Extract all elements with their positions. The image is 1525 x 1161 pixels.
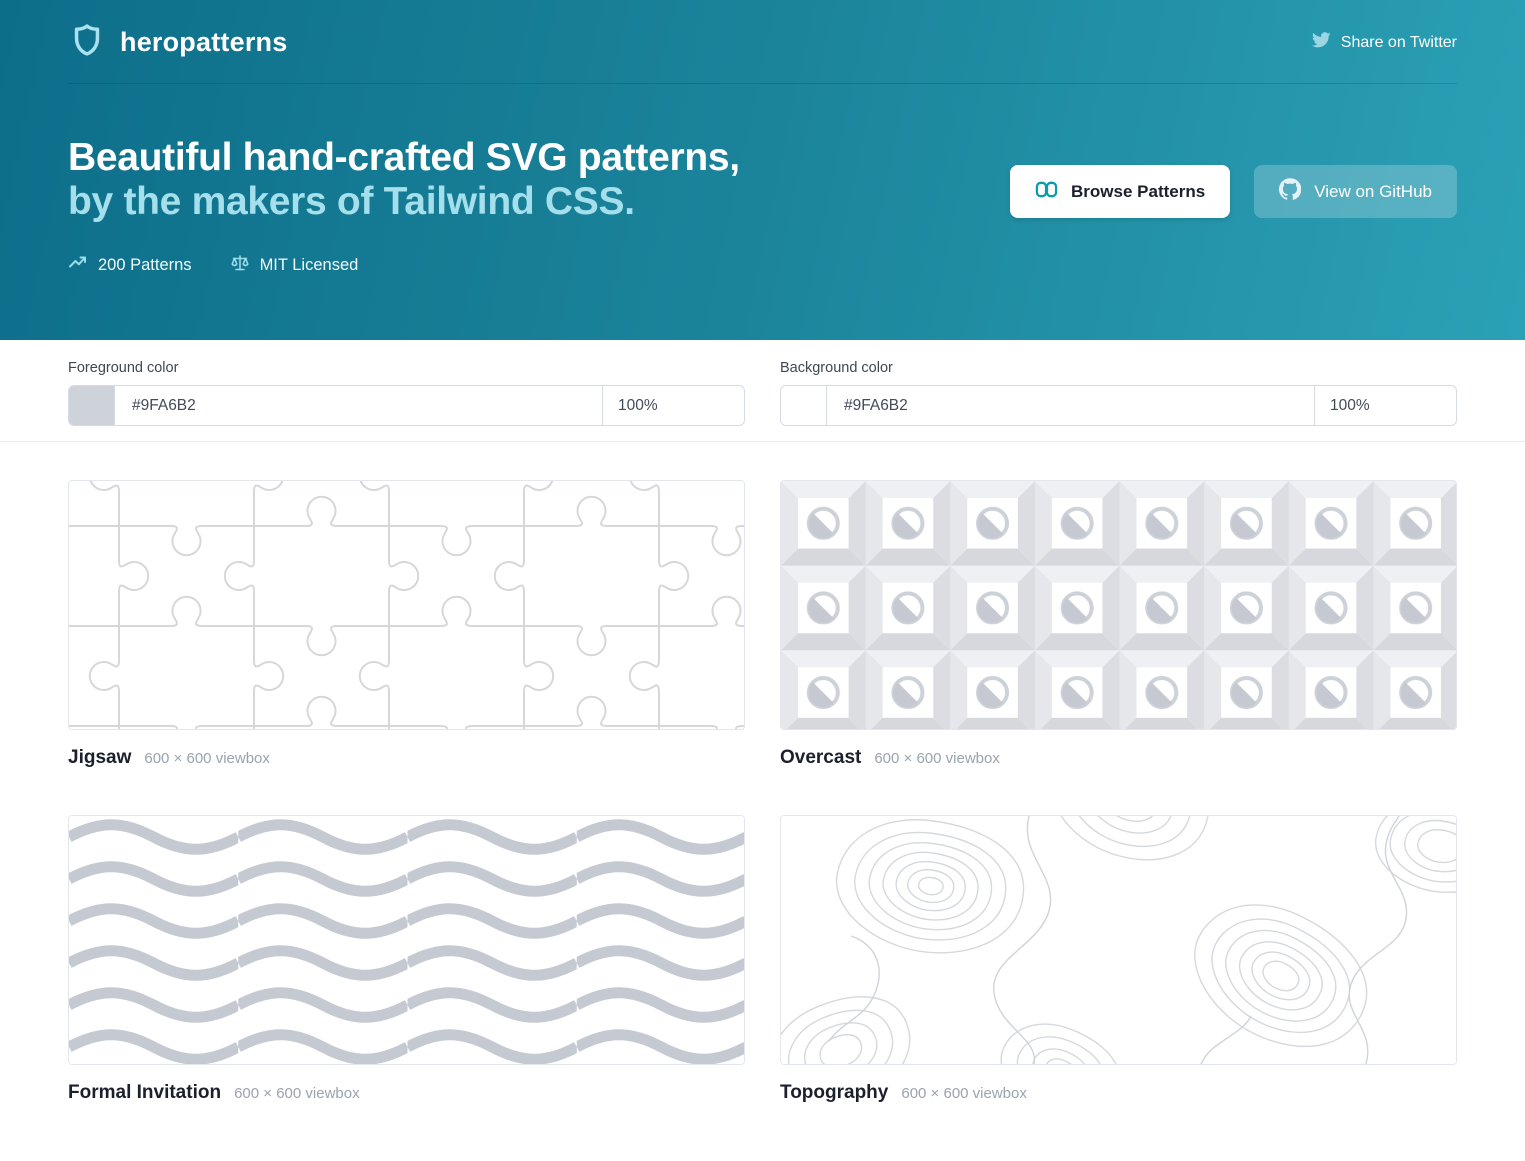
pattern-caption: Topography 600 × 600 viewbox xyxy=(780,1082,1457,1104)
share-on-twitter-link[interactable]: Share on Twitter xyxy=(1311,30,1457,55)
patterns-count-stat: 200 Patterns xyxy=(68,253,192,278)
pattern-viewbox: 600 × 600 viewbox xyxy=(874,750,1000,767)
pattern-name: Formal Invitation xyxy=(68,1082,221,1104)
title-line-1: Beautiful hand-crafted SVG patterns, xyxy=(68,136,740,179)
view-on-github-button[interactable]: View on GitHub xyxy=(1254,165,1457,218)
pattern-caption: Overcast 600 × 600 viewbox xyxy=(780,747,1457,769)
pattern-caption: Jigsaw 600 × 600 viewbox xyxy=(68,747,745,769)
pattern-caption: Formal Invitation 600 × 600 viewbox xyxy=(68,1082,745,1104)
background-hex-input[interactable] xyxy=(827,386,1314,425)
github-icon xyxy=(1279,178,1301,205)
browse-patterns-label: Browse Patterns xyxy=(1071,182,1205,202)
pattern-name: Overcast xyxy=(780,747,861,769)
hero-cta: Browse Patterns View on GitHub xyxy=(1010,165,1457,218)
title-line-2: by the makers of Tailwind CSS. xyxy=(68,180,635,223)
share-label: Share on Twitter xyxy=(1341,34,1457,52)
foreground-color-label: Foreground color xyxy=(68,360,745,376)
brand-logo[interactable]: heropatterns xyxy=(68,21,287,64)
pattern-viewbox: 600 × 600 viewbox xyxy=(234,1085,360,1102)
brand-name: heropatterns xyxy=(120,27,287,58)
pattern-card-overcast[interactable] xyxy=(780,480,1457,730)
background-color-label: Background color xyxy=(780,360,1457,376)
pattern-card-jigsaw[interactable] xyxy=(68,480,745,730)
scale-icon xyxy=(230,253,250,278)
shield-icon xyxy=(68,21,106,64)
site-header: heropatterns Share on Twitter xyxy=(68,0,1457,84)
pattern-name: Topography xyxy=(780,1082,888,1104)
hero-stats: 200 Patterns MIT Licensed xyxy=(68,253,740,278)
trending-up-icon xyxy=(68,253,88,278)
foreground-opacity-cell xyxy=(602,386,744,425)
background-opacity-cell xyxy=(1314,386,1456,425)
pattern-card-topography[interactable] xyxy=(780,815,1457,1065)
twitter-icon xyxy=(1311,30,1331,55)
pattern-viewbox: 600 × 600 viewbox xyxy=(901,1085,1027,1102)
background-color-control: Background color xyxy=(780,360,1457,426)
license-label: MIT Licensed xyxy=(260,256,359,275)
hero-main: Beautiful hand-crafted SVG patterns, by … xyxy=(68,84,1457,278)
pattern-tiles-icon xyxy=(1035,178,1058,206)
color-controls: Foreground color Background color xyxy=(0,340,1525,442)
foreground-opacity-input[interactable] xyxy=(603,386,744,425)
foreground-color-swatch[interactable] xyxy=(69,386,115,425)
background-opacity-input[interactable] xyxy=(1315,386,1456,425)
pattern-card-formal-invitation[interactable] xyxy=(68,815,745,1065)
pattern-item-formal-invitation: Formal Invitation 600 × 600 viewbox xyxy=(68,815,745,1104)
foreground-hex-input[interactable] xyxy=(115,386,602,425)
background-color-swatch[interactable] xyxy=(781,386,827,425)
patterns-count-label: 200 Patterns xyxy=(98,256,192,275)
page-title: Beautiful hand-crafted SVG patterns, by … xyxy=(68,136,740,223)
pattern-item-overcast: Overcast 600 × 600 viewbox xyxy=(780,480,1457,769)
pattern-item-jigsaw: Jigsaw 600 × 600 viewbox xyxy=(68,480,745,769)
browse-patterns-button[interactable]: Browse Patterns xyxy=(1010,165,1230,218)
pattern-name: Jigsaw xyxy=(68,747,131,769)
foreground-color-control: Foreground color xyxy=(68,360,745,426)
pattern-item-topography: Topography 600 × 600 viewbox xyxy=(780,815,1457,1104)
pattern-viewbox: 600 × 600 viewbox xyxy=(144,750,270,767)
view-on-github-label: View on GitHub xyxy=(1314,182,1432,202)
foreground-input-group xyxy=(68,385,745,426)
license-stat: MIT Licensed xyxy=(230,253,359,278)
background-input-group xyxy=(780,385,1457,426)
pattern-grid: Jigsaw 600 × 600 viewbox xyxy=(0,442,1525,1104)
hero-section: heropatterns Share on Twitter Beautiful … xyxy=(0,0,1525,340)
